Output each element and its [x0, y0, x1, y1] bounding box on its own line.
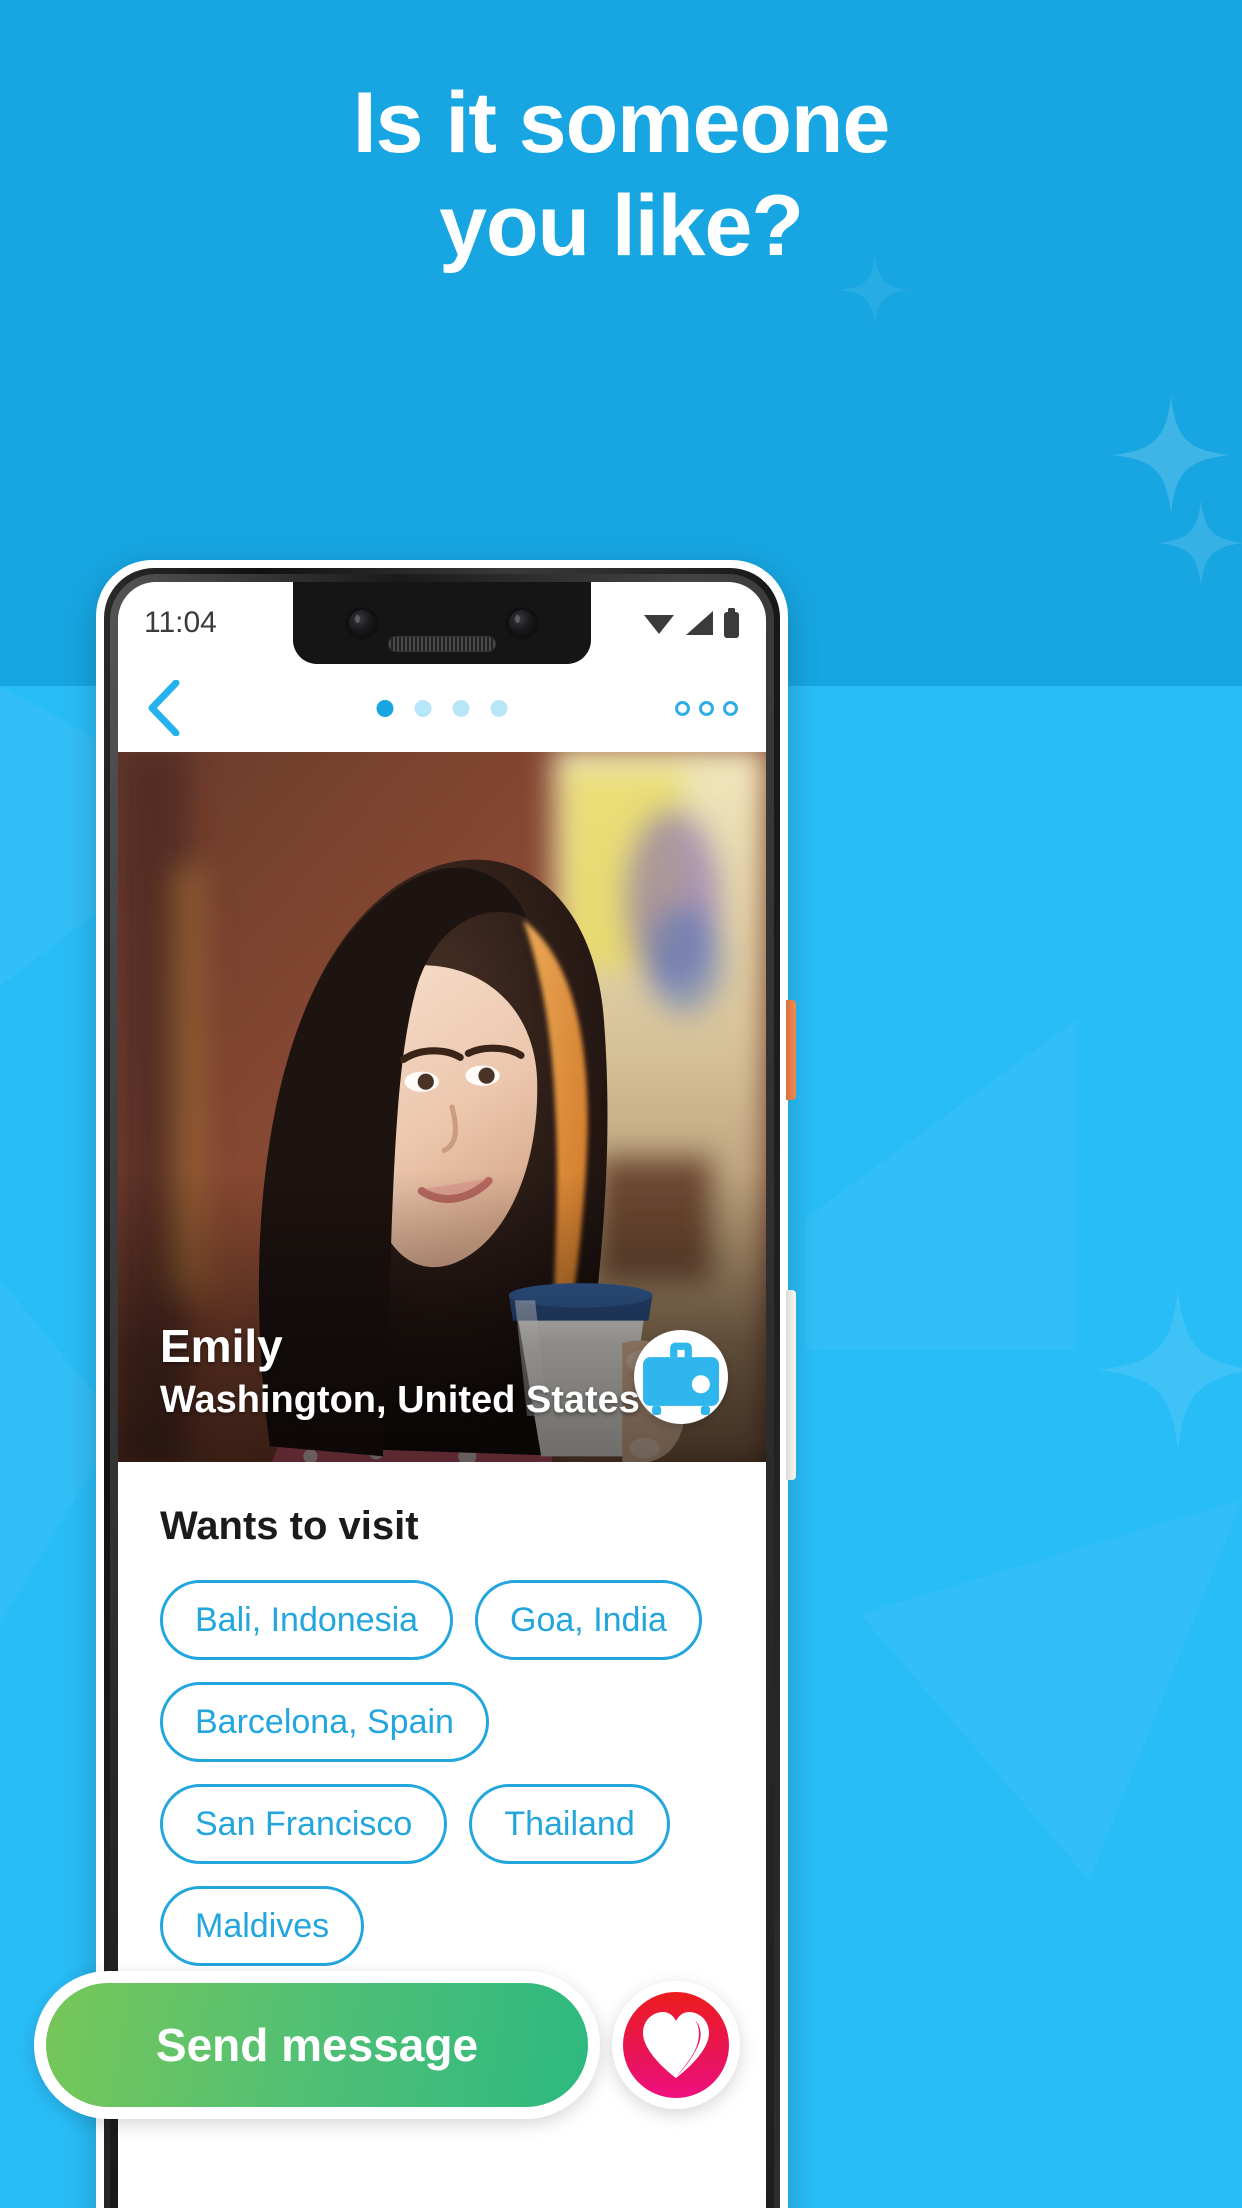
destination-tag[interactable]: Barcelona, Spain: [160, 1682, 489, 1762]
cellular-signal-icon: [686, 611, 713, 635]
status-bar: 11:04: [118, 582, 766, 664]
destination-tag[interactable]: Maldives: [160, 1886, 365, 1966]
like-button[interactable]: [612, 1981, 740, 2109]
suitcase-icon: [643, 1342, 719, 1415]
chevron-left-icon[interactable]: [146, 680, 180, 736]
power-button[interactable]: [786, 1000, 796, 1100]
profile-location: Washington, United States: [160, 1379, 640, 1421]
wifi-icon: [644, 615, 674, 634]
phone-mockup: 11:04 Emily Washington, United States Wa…: [34, 560, 796, 2208]
sparkle-decoration: [1112, 396, 1230, 514]
more-options-icon[interactable]: [675, 700, 738, 716]
destination-tag[interactable]: Bali, Indonesia: [160, 1580, 454, 1660]
traveler-badge[interactable]: [634, 1330, 728, 1424]
profile-photo[interactable]: Emily Washington, United States: [118, 752, 766, 1462]
pagination-dot-2[interactable]: [414, 699, 432, 717]
pagination-dot-3[interactable]: [452, 699, 470, 717]
destination-tag[interactable]: Goa, India: [475, 1580, 702, 1660]
send-message-button[interactable]: Send message: [34, 1971, 600, 2119]
sparkle-decoration: [1158, 500, 1242, 586]
status-bar-time: 11:04: [144, 606, 217, 639]
promo-headline-line-2: you like?: [439, 178, 804, 274]
app-nav-bar: [118, 664, 766, 752]
photo-pagination[interactable]: [376, 699, 508, 717]
promo-headline-line-1: Is it someone: [352, 75, 891, 171]
battery-icon: [724, 608, 739, 638]
heart-icon: [643, 2012, 709, 2078]
promo-headline: Is it someone you like?: [0, 72, 1242, 278]
send-message-label: Send message: [155, 2019, 479, 2071]
pagination-dot-1[interactable]: [376, 699, 394, 717]
profile-action-bar: Send message: [34, 1960, 794, 2130]
profile-name: Emily: [160, 1320, 283, 1372]
destination-tag[interactable]: Thailand: [469, 1784, 670, 1864]
pagination-dot-4[interactable]: [490, 699, 508, 717]
volume-rocker[interactable]: [786, 1290, 796, 1480]
wants-to-visit-title: Wants to visit: [160, 1504, 419, 1548]
wants-to-visit-section: Wants to visit Bali, Indonesia Goa, Indi…: [118, 1462, 766, 1966]
sparkle-decoration: [1098, 1290, 1242, 1450]
wants-to-visit-tag-list: Bali, Indonesia Goa, India Barcelona, Sp…: [160, 1580, 724, 1966]
status-bar-icons: [643, 608, 740, 638]
profile-meta: Emily Washington, United States: [160, 1318, 640, 1424]
destination-tag[interactable]: San Francisco: [160, 1784, 448, 1864]
